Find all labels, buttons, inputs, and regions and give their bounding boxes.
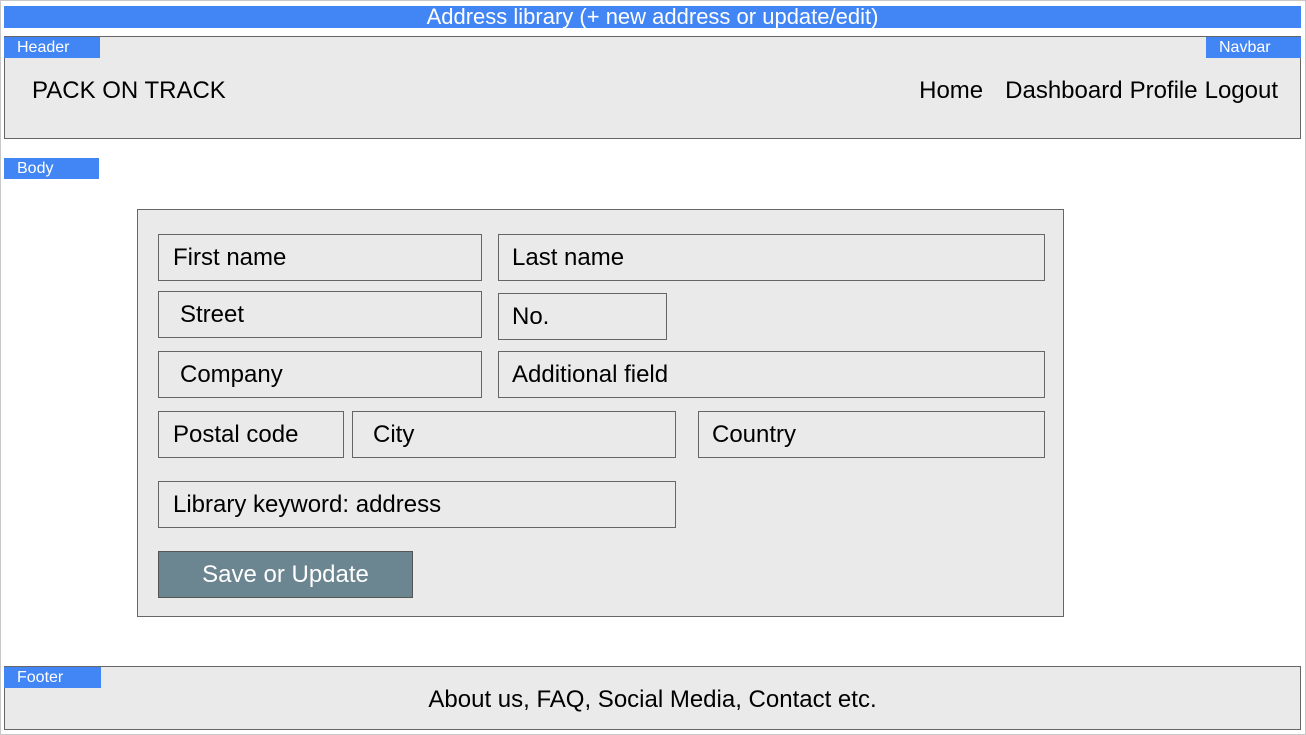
country-field[interactable]: Country: [698, 411, 1045, 458]
postal-code-field[interactable]: Postal code: [158, 411, 344, 458]
last-name-field[interactable]: Last name: [498, 234, 1045, 281]
nav-logout-link[interactable]: Logout: [1205, 77, 1278, 104]
house-number-field[interactable]: No.: [498, 293, 667, 340]
city-field[interactable]: City: [352, 411, 676, 458]
additional-field[interactable]: Additional field: [498, 351, 1045, 398]
header-tag: Header: [4, 37, 100, 58]
page-title: Address library (+ new address or update…: [4, 6, 1301, 28]
company-field[interactable]: Company: [158, 351, 482, 398]
footer: About us, FAQ, Social Media, Contact etc…: [4, 666, 1301, 730]
footer-links[interactable]: About us, FAQ, Social Media, Contact etc…: [5, 686, 1300, 714]
nav-dashboard-link[interactable]: Dashboard: [1005, 77, 1122, 104]
save-update-button[interactable]: Save or Update: [158, 551, 413, 598]
street-field[interactable]: Street: [158, 291, 482, 338]
first-name-field[interactable]: First name: [158, 234, 482, 281]
header: PACK ON TRACK Home Dashboard Profile Logout: [4, 36, 1301, 139]
navbar: Home Dashboard Profile Logout: [919, 77, 1278, 105]
library-keyword-field[interactable]: Library keyword: address: [158, 481, 676, 528]
brand-logo-text[interactable]: PACK ON TRACK: [32, 77, 226, 105]
body-tag: Body: [4, 158, 99, 179]
navbar-tag: Navbar: [1206, 37, 1301, 58]
nav-home-link[interactable]: Home: [919, 77, 983, 104]
footer-tag: Footer: [4, 667, 101, 688]
nav-profile-link[interactable]: Profile: [1130, 77, 1198, 104]
